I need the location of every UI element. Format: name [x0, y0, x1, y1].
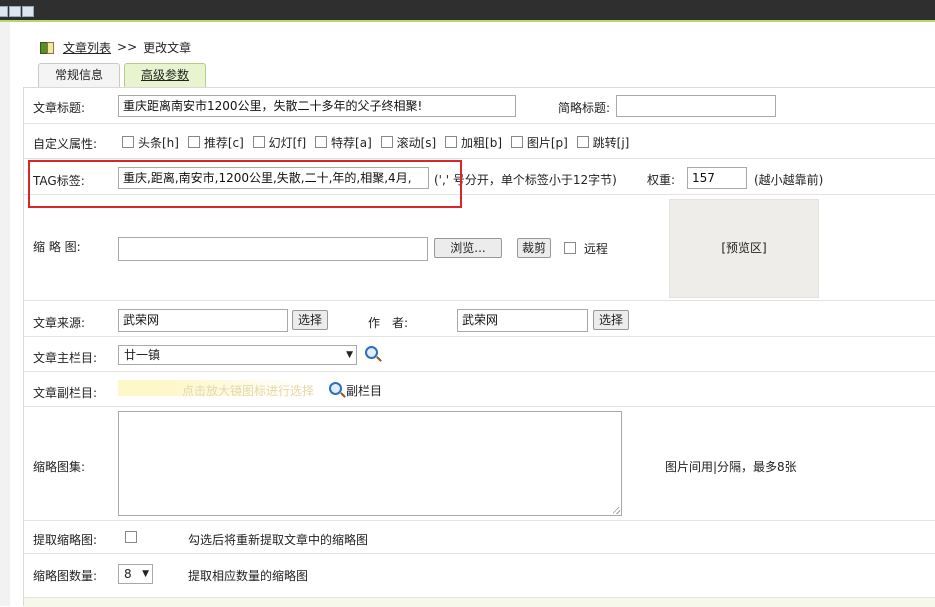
- main-column-label: 文章主栏目:: [33, 351, 98, 365]
- main-column-select[interactable]: 廿一镇 ▼: [118, 345, 357, 365]
- chevron-down-icon: ▼: [142, 569, 149, 579]
- tab-advanced[interactable]: 高级参数: [124, 63, 207, 87]
- tab-general[interactable]: 常规信息: [38, 63, 121, 87]
- author-input[interactable]: 武荣网: [457, 309, 588, 332]
- attr-bold[interactable]: 加粗[b]: [445, 134, 502, 151]
- row-title: 文章标题: 重庆距离南安市1200公里，失散二十多年的父子终相聚! 简略标题:: [24, 88, 935, 124]
- short-title-label: 简略标题:: [558, 101, 611, 115]
- attr-jump[interactable]: 跳转[j]: [576, 134, 630, 151]
- sub-column-label: 文章副栏目:: [33, 386, 98, 400]
- preview-area: [预览区]: [669, 199, 819, 298]
- row-source-author: 文章来源: 武荣网 选择 作 者: 武荣网 选择: [24, 301, 935, 337]
- attr-slide[interactable]: 幻灯[f]: [252, 134, 307, 151]
- remote-label: 远程: [583, 242, 608, 256]
- gallery-label: 缩略图集:: [33, 460, 86, 474]
- window-top-bar: [0, 0, 935, 22]
- article-list-link[interactable]: 文章列表: [63, 39, 111, 56]
- checkbox[interactable]: [510, 136, 523, 148]
- extract-checkbox[interactable]: [125, 531, 141, 545]
- checkbox[interactable]: [315, 136, 328, 148]
- search-icon[interactable]: [329, 382, 342, 395]
- author-label: 作 者:: [368, 316, 409, 330]
- extract-label: 提取缩略图:: [33, 533, 98, 547]
- checkbox[interactable]: [380, 136, 393, 148]
- tab-advanced-label: 高级参数: [141, 68, 190, 82]
- author-choose-button[interactable]: 选择: [593, 310, 629, 330]
- checkbox[interactable]: [125, 531, 137, 543]
- main-column-value: 廿一镇: [124, 348, 161, 362]
- checkbox[interactable]: [445, 136, 458, 148]
- attr-label: 加粗[b]: [461, 136, 503, 150]
- attr-headline[interactable]: 头条[h]: [122, 134, 179, 151]
- weight-note: (越小越靠前): [754, 173, 824, 187]
- tab-bar: 常规信息 高级参数: [38, 63, 210, 87]
- gallery-note: 图片间用|分隔，最多8张: [665, 460, 797, 474]
- attr-special[interactable]: 特荐[a]: [315, 134, 372, 151]
- count-note: 提取相应数量的缩略图: [188, 569, 309, 583]
- attr-label: 特荐[a]: [331, 136, 372, 150]
- checkbox[interactable]: [122, 136, 134, 148]
- sub-column-hint: 点击放大镜图标进行选择: [182, 384, 315, 398]
- count-select[interactable]: 8 ▼: [118, 564, 153, 584]
- attribute-checkboxes: 头条[h] 推荐[c] 幻灯[f] 特荐[a] 滚动[s] 加粗[b] 图片[p…: [122, 134, 634, 151]
- left-shade: [0, 22, 10, 606]
- title-input[interactable]: 重庆距离南安市1200公里，失散二十多年的父子终相聚!: [118, 95, 516, 117]
- remote-option[interactable]: 远程: [564, 240, 608, 257]
- row-count: 缩略图数量: 8 ▼ 提取相应数量的缩略图: [24, 554, 935, 598]
- attr-recommend[interactable]: 推荐[c]: [187, 134, 244, 151]
- attr-label: 跳转[j]: [592, 136, 630, 150]
- short-title-input[interactable]: [616, 95, 776, 117]
- checkbox[interactable]: [252, 136, 265, 148]
- attr-label: 头条[h]: [138, 136, 179, 150]
- search-icon[interactable]: [365, 346, 378, 359]
- attr-scroll[interactable]: 滚动[s]: [380, 134, 437, 151]
- window-icon[interactable]: [0, 6, 8, 17]
- chevron-down-icon: ▼: [346, 350, 353, 360]
- breadcrumb: 文章列表 >> 更改文章: [40, 39, 191, 55]
- attr-label: 幻灯[f]: [268, 136, 307, 150]
- attr-label: 图片[p]: [526, 136, 568, 150]
- row-sub-column: 文章副栏目: 点击放大镜图标进行选择 副栏目: [24, 372, 935, 407]
- breadcrumb-current: 更改文章: [143, 40, 192, 55]
- row-main-column: 文章主栏目: 廿一镇 ▼: [24, 337, 935, 372]
- crop-button[interactable]: 裁剪: [517, 238, 551, 258]
- resize-grip-icon[interactable]: [613, 507, 620, 514]
- row-extract: 提取缩略图: 勾选后将重新提取文章中的缩略图: [24, 521, 935, 554]
- extract-note: 勾选后将重新提取文章中的缩略图: [188, 533, 369, 547]
- attr-label: 推荐[c]: [203, 136, 244, 150]
- browse-button[interactable]: 浏览...: [434, 238, 502, 258]
- window-icon[interactable]: [22, 6, 34, 17]
- highlight-box: [28, 160, 462, 208]
- attr-label: 滚动[s]: [396, 136, 437, 150]
- book-icon: [40, 41, 54, 54]
- breadcrumb-separator: >>: [117, 40, 138, 54]
- weight-input[interactable]: 157: [687, 167, 747, 189]
- count-value: 8: [124, 567, 132, 581]
- attributes-label: 自定义属性:: [33, 137, 98, 151]
- checkbox[interactable]: [576, 136, 589, 148]
- remote-checkbox[interactable]: [564, 242, 576, 254]
- source-choose-button[interactable]: 选择: [292, 310, 328, 330]
- attr-image[interactable]: 图片[p]: [510, 134, 568, 151]
- row-attributes: 自定义属性: 头条[h] 推荐[c] 幻灯[f] 特荐[a] 滚动[s] 加粗[…: [24, 124, 935, 159]
- thumbnail-input[interactable]: [118, 237, 428, 261]
- sub-column-link[interactable]: 副栏目: [346, 382, 382, 399]
- window-icon[interactable]: [9, 6, 21, 17]
- thumbnail-label: 缩 略 图:: [33, 240, 81, 254]
- gallery-textarea[interactable]: [118, 411, 622, 516]
- count-label: 缩略图数量:: [33, 569, 98, 583]
- source-label: 文章来源:: [33, 316, 86, 330]
- title-label: 文章标题:: [33, 101, 86, 115]
- source-input[interactable]: 武荣网: [118, 309, 288, 332]
- weight-label: 权重:: [647, 173, 676, 187]
- checkbox[interactable]: [187, 136, 200, 148]
